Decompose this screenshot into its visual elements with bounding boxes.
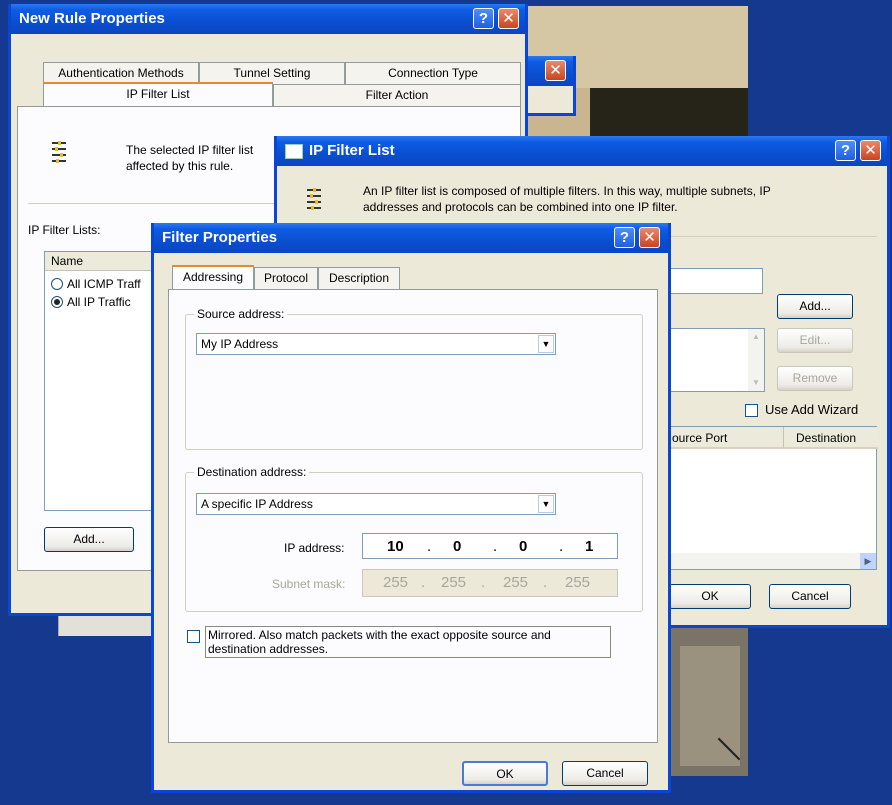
- use-add-wizard-checkbox[interactable]: [745, 404, 758, 417]
- tab-description[interactable]: Description: [318, 267, 400, 289]
- source-address-group: Source address: My IP Address ▼: [185, 307, 643, 450]
- horizontal-scrollbar[interactable]: ▶: [664, 553, 876, 569]
- window-title: IP Filter List: [309, 142, 395, 159]
- filter-list-description-line-2: addresses and protocols can be combined …: [363, 200, 678, 214]
- tab-connection-type[interactable]: Connection Type: [345, 62, 521, 84]
- window-app-icon: [285, 144, 303, 159]
- edit-filter-button[interactable]: Edit...: [777, 328, 853, 353]
- filter-list-name-input[interactable]: [663, 268, 763, 294]
- scroll-up-icon[interactable]: ▲: [748, 329, 764, 345]
- mirrored-label-line-2: destination addresses.: [208, 642, 329, 656]
- filter-properties-window: Filter Properties ? ✕ Addressing Protoco…: [151, 223, 671, 793]
- rule-description-line-2: affected by this rule.: [126, 159, 234, 173]
- destination-address-label: Destination address:: [194, 465, 310, 479]
- ip-address-input[interactable]: 10 . 0 . 0 . 1: [362, 533, 618, 559]
- filter-list-icon: [52, 141, 66, 163]
- ok-button[interactable]: OK: [462, 761, 548, 786]
- tab-ip-filter-list[interactable]: IP Filter List: [43, 82, 273, 106]
- subnet-mask-input[interactable]: 255 . 255 . 255 . 255: [362, 569, 618, 597]
- filter-tab-panel: Source address: My IP Address ▼ Destinat…: [168, 289, 658, 743]
- help-icon[interactable]: ?: [614, 227, 635, 248]
- window-shadow: [58, 616, 163, 636]
- filter-list-description-line-1: An IP filter list is composed of multipl…: [363, 184, 771, 198]
- add-filter-button[interactable]: Add...: [777, 294, 853, 319]
- radio-all-ip-traffic[interactable]: [51, 296, 63, 308]
- tab-filter-action[interactable]: Filter Action: [273, 84, 521, 106]
- scrollbar[interactable]: ▲ ▼: [748, 329, 764, 391]
- column-header-source-port[interactable]: ource Port: [664, 427, 784, 449]
- column-header-destination[interactable]: Destination: [784, 427, 878, 449]
- filter-list-description-box[interactable]: ▲ ▼: [663, 328, 765, 392]
- tab-authentication-methods[interactable]: Authentication Methods: [43, 62, 199, 84]
- close-icon[interactable]: ✕: [545, 60, 566, 81]
- destination-address-select[interactable]: A specific IP Address ▼: [196, 493, 556, 515]
- scroll-right-icon[interactable]: ▶: [860, 553, 876, 569]
- window-title: New Rule Properties: [11, 4, 525, 34]
- scroll-down-icon[interactable]: ▼: [748, 375, 764, 391]
- chevron-down-icon[interactable]: ▼: [538, 335, 554, 353]
- help-icon[interactable]: ?: [473, 8, 494, 29]
- radio-all-icmp-traffic[interactable]: [51, 278, 63, 290]
- help-icon[interactable]: ?: [835, 140, 856, 161]
- add-filter-list-button[interactable]: Add...: [44, 527, 134, 552]
- filters-table[interactable]: ource Port Destination ▶: [663, 426, 878, 570]
- close-icon[interactable]: ✕: [498, 8, 519, 29]
- tab-protocol[interactable]: Protocol: [254, 267, 318, 289]
- ok-button[interactable]: OK: [669, 584, 751, 609]
- destination-address-group: Destination address: A specific IP Addre…: [185, 465, 643, 612]
- ip-address-label: IP address:: [284, 541, 345, 555]
- tab-tunnel-setting[interactable]: Tunnel Setting: [199, 62, 345, 84]
- subnet-mask-label: Subnet mask:: [272, 577, 346, 591]
- cancel-button[interactable]: Cancel: [562, 761, 648, 786]
- tab-addressing[interactable]: Addressing: [172, 265, 254, 289]
- window-title: Filter Properties: [154, 223, 668, 253]
- rule-description-line-1: The selected IP filter list: [126, 143, 254, 157]
- use-add-wizard-label: Use Add Wizard: [765, 402, 859, 417]
- chevron-down-icon[interactable]: ▼: [538, 495, 554, 513]
- filter-list-icon: [307, 188, 321, 210]
- remove-filter-button[interactable]: Remove: [777, 366, 853, 391]
- cancel-button[interactable]: Cancel: [769, 584, 851, 609]
- source-address-label: Source address:: [194, 307, 288, 321]
- mirrored-checkbox[interactable]: [187, 630, 200, 643]
- mirrored-label-box: Mirrored. Also match packets with the ex…: [205, 626, 611, 658]
- mirrored-label-line-1: Mirrored. Also match packets with the ex…: [208, 628, 551, 642]
- close-icon[interactable]: ✕: [639, 227, 660, 248]
- ip-filter-lists-label: IP Filter Lists:: [28, 223, 101, 237]
- close-icon[interactable]: ✕: [860, 140, 881, 161]
- source-address-select[interactable]: My IP Address ▼: [196, 333, 556, 355]
